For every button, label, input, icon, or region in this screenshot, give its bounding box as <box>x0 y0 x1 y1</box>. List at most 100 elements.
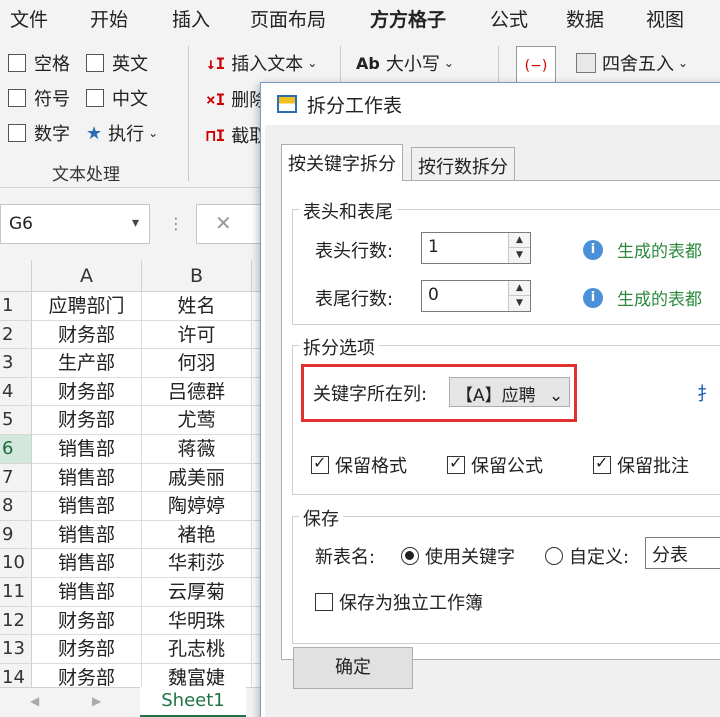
column-header-c[interactable] <box>252 260 260 292</box>
menu-data[interactable]: 数据 <box>566 5 604 32</box>
menu-view[interactable]: 视图 <box>646 5 684 32</box>
options-link[interactable]: 扌 <box>697 380 715 406</box>
menu-file[interactable]: 文件 <box>10 5 48 32</box>
cell-department[interactable]: 财务部 <box>32 377 142 407</box>
cell-empty[interactable] <box>252 321 260 350</box>
cell-name[interactable]: 华明珠 <box>142 606 252 636</box>
cancel-icon[interactable]: ✕ <box>215 211 232 235</box>
option-number[interactable]: 数字 <box>8 120 70 146</box>
stepper-up-icon[interactable]: ▲ <box>509 281 530 296</box>
cell-empty[interactable] <box>252 464 260 493</box>
stepper-down-icon[interactable]: ▼ <box>509 296 530 311</box>
cell-department[interactable]: 财务部 <box>32 320 142 350</box>
use-keyword-radio[interactable]: 使用关键字 <box>401 543 515 569</box>
cell-name[interactable]: 吕德群 <box>142 377 252 407</box>
header-rows-stepper[interactable]: 1 ▲ ▼ <box>421 232 531 264</box>
footer-rows-stepper[interactable]: 0 ▲ ▼ <box>421 280 531 312</box>
cell-department[interactable]: 财务部 <box>32 663 142 687</box>
tab-split-by-keyword[interactable]: 按关键字拆分 <box>281 144 403 181</box>
menu-page-layout[interactable]: 页面布局 <box>250 5 326 32</box>
keep-formula-checkbox[interactable]: 保留公式 <box>447 452 543 478</box>
cell-empty[interactable] <box>252 378 260 407</box>
case-button[interactable]: Ab 大小写 ⌄ <box>356 50 454 76</box>
row-header[interactable]: 1 <box>0 292 32 321</box>
row-header[interactable]: 2 <box>0 320 32 350</box>
cell-empty[interactable] <box>252 349 260 378</box>
cell-name[interactable]: 华莉莎 <box>142 549 252 578</box>
keep-format-checkbox[interactable]: 保留格式 <box>311 452 407 478</box>
cell-empty[interactable] <box>252 635 260 664</box>
row-header[interactable]: 14 <box>0 663 32 687</box>
round-button[interactable]: 四舍五入 ⌄ <box>576 50 688 76</box>
keep-comment-checkbox[interactable]: 保留批注 <box>593 452 689 478</box>
cell-department[interactable]: 生产部 <box>32 349 142 378</box>
cell-department[interactable]: 销售部 <box>32 463 142 493</box>
cell-name[interactable]: 陶婷婷 <box>142 492 252 521</box>
menu-insert[interactable]: 插入 <box>172 5 210 32</box>
row-header[interactable]: 12 <box>0 606 32 636</box>
custom-name-input[interactable]: 分表 <box>645 537 720 569</box>
row-header[interactable]: 10 <box>0 549 32 578</box>
cell-empty[interactable] <box>252 578 260 607</box>
row-header[interactable]: 9 <box>0 520 32 550</box>
cell-empty[interactable] <box>252 292 260 321</box>
cell-department[interactable]: 销售部 <box>32 492 142 521</box>
cell-empty[interactable] <box>252 492 260 521</box>
stepper-down-icon[interactable]: ▼ <box>509 248 530 263</box>
option-symbol[interactable]: 符号 <box>8 85 70 111</box>
cell-empty[interactable] <box>252 521 260 550</box>
cell-department[interactable]: 财务部 <box>32 635 142 664</box>
row-header[interactable]: 3 <box>0 349 32 378</box>
sheet-tab-sheet1[interactable]: Sheet1 <box>140 687 246 717</box>
menu-fangfang[interactable]: 方方格子 <box>370 5 447 40</box>
cell-empty[interactable] <box>252 435 260 464</box>
cell-name[interactable]: 许可 <box>142 320 252 350</box>
row-header[interactable]: 6 <box>0 435 32 464</box>
insert-text-button[interactable]: ↓I 插入文本 ⌄ <box>206 50 317 76</box>
checkbox-icon[interactable] <box>8 54 26 72</box>
menu-home[interactable]: 开始 <box>90 5 128 32</box>
cell-name[interactable]: 云厚菊 <box>142 578 252 607</box>
row-header[interactable]: 7 <box>0 463 32 493</box>
row-header[interactable]: 11 <box>0 578 32 607</box>
chevron-left-icon[interactable]: ◀ <box>30 694 39 708</box>
cell-department[interactable]: 应聘部门 <box>32 292 142 321</box>
option-space[interactable]: 空格 <box>8 50 70 76</box>
row-header[interactable]: 8 <box>0 492 32 521</box>
delete-text-button[interactable]: ×I 删除 <box>206 86 267 112</box>
chevron-down-icon[interactable]: ▾ <box>132 215 139 231</box>
key-column-select[interactable]: 【A】应聘 ⌄ <box>449 377 571 407</box>
row-header[interactable]: 13 <box>0 635 32 664</box>
cell-name[interactable]: 戚美丽 <box>142 463 252 493</box>
custom-name-radio[interactable]: 自定义: <box>545 543 629 569</box>
dialog-title-bar[interactable]: 拆分工作表 <box>261 83 720 125</box>
cell-department[interactable]: 销售部 <box>32 520 142 550</box>
ok-button[interactable]: 确定 <box>293 647 413 689</box>
checkbox-icon[interactable] <box>86 54 104 72</box>
formula-tool-button[interactable]: (−) <box>516 46 556 86</box>
row-header[interactable]: 5 <box>0 406 32 435</box>
checkbox-icon[interactable] <box>8 124 26 142</box>
execute-button[interactable]: ★ 执行 ⌄ <box>86 120 158 146</box>
cell-name[interactable]: 尤莺 <box>142 406 252 435</box>
row-header[interactable]: 4 <box>0 377 32 407</box>
cell-name[interactable]: 姓名 <box>142 292 252 321</box>
cell-empty[interactable] <box>252 406 260 435</box>
cell-name[interactable]: 魏富婕 <box>142 663 252 687</box>
chevron-right-icon[interactable]: ▶ <box>92 694 101 708</box>
option-english[interactable]: 英文 <box>86 50 148 76</box>
trim-text-button[interactable]: ⊓I 截取 <box>206 122 267 148</box>
separate-workbook-checkbox[interactable]: 保存为独立工作簿 <box>315 589 483 615</box>
option-chinese[interactable]: 中文 <box>86 85 148 111</box>
select-all-corner[interactable] <box>0 260 32 292</box>
checkbox-icon[interactable] <box>86 89 104 107</box>
name-box[interactable]: G6 ▾ <box>0 204 150 244</box>
tab-split-by-rows[interactable]: 按行数拆分 <box>411 147 515 181</box>
cell-empty[interactable] <box>252 607 260 636</box>
cell-department[interactable]: 销售部 <box>32 435 142 464</box>
cell-name[interactable]: 蒋薇 <box>142 435 252 464</box>
menu-formulas[interactable]: 公式 <box>490 5 528 32</box>
checkbox-icon[interactable] <box>8 89 26 107</box>
stepper-up-icon[interactable]: ▲ <box>509 233 530 248</box>
column-header-a[interactable]: A <box>32 260 142 292</box>
